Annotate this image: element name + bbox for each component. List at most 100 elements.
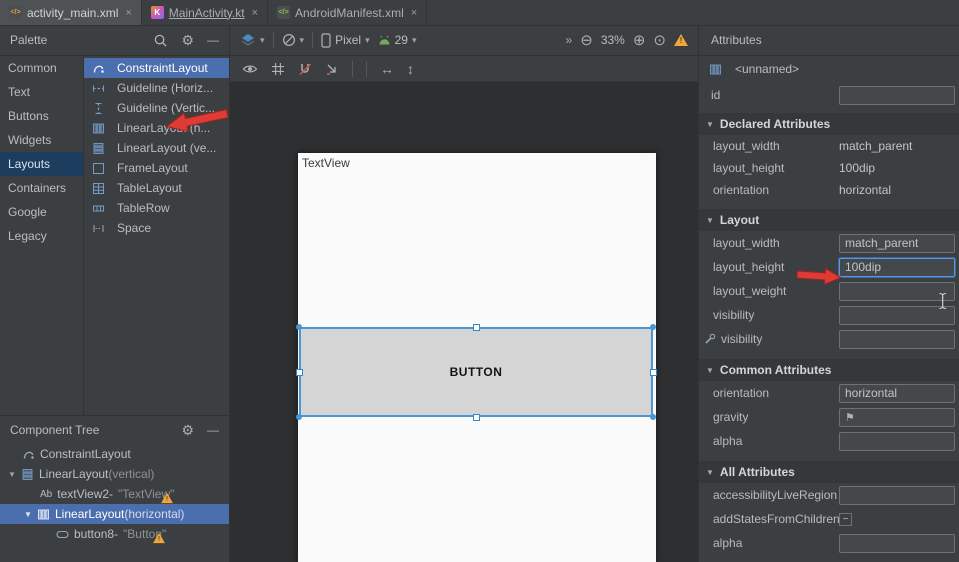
tools-visibility-input[interactable] <box>839 330 955 349</box>
attr-row[interactable]: layout_height 100dip <box>699 157 959 179</box>
orientation-input[interactable]: horizontal <box>839 384 955 403</box>
selection-handle-bottom-right[interactable] <box>650 414 656 420</box>
expand-icon[interactable]: ▼ <box>8 470 21 479</box>
tree-item-textview2[interactable]: Ab textView2- "TextView" ! <box>0 484 229 504</box>
category-layouts[interactable]: Layouts <box>0 152 83 176</box>
selection-handle-bottom[interactable] <box>473 414 480 421</box>
align-vertical-icon[interactable]: ↕ <box>407 61 414 77</box>
palette-title: Palette <box>10 33 47 47</box>
section-common-attributes[interactable]: ▼ Common Attributes <box>699 359 959 381</box>
attr-row[interactable]: gravity ⚑ <box>699 405 959 429</box>
accessibility-live-region-input[interactable] <box>839 486 955 505</box>
attr-label: visibility <box>699 308 839 322</box>
grid-icon[interactable] <box>271 62 285 76</box>
button-widget[interactable]: BUTTON <box>450 365 503 379</box>
hide-panel-icon[interactable]: — <box>207 33 219 47</box>
gravity-input[interactable]: ⚑ <box>839 408 955 427</box>
attr-row[interactable]: alpha <box>699 531 959 555</box>
expand-icon[interactable]: ▼ <box>24 510 37 519</box>
attr-row[interactable]: alpha <box>699 429 959 453</box>
component-linearlayout-vertical[interactable]: LinearLayout (ve... <box>84 138 229 158</box>
api-selector[interactable]: 29 ▾ <box>378 33 417 47</box>
warning-icon[interactable]: ! <box>153 533 165 543</box>
category-common[interactable]: Common <box>0 56 83 80</box>
flag-icon[interactable]: ⚑ <box>845 411 855 424</box>
component-framelayout[interactable]: FrameLayout <box>84 158 229 178</box>
tree-item-constraintlayout[interactable]: ConstraintLayout <box>0 444 229 464</box>
attr-value[interactable]: 100dip <box>839 161 955 175</box>
gear-icon[interactable]: ⚙ <box>181 422 194 439</box>
component-tablerow[interactable]: TableRow <box>84 198 229 218</box>
gear-icon[interactable]: ⚙ <box>181 32 194 49</box>
component-constraintlayout[interactable]: ConstraintLayout <box>84 58 229 78</box>
hide-panel-icon[interactable]: — <box>207 423 219 437</box>
tab-activity-main-xml[interactable]: </> activity_main.xml × <box>0 0 142 25</box>
category-buttons[interactable]: Buttons <box>0 104 83 128</box>
view-options-icon[interactable] <box>242 61 258 77</box>
selection-handle-top[interactable] <box>473 324 480 331</box>
device-selector[interactable]: Pixel ▾ <box>321 33 370 48</box>
selection-handle-top-left[interactable] <box>296 324 302 330</box>
tristate-checkbox[interactable]: − <box>839 513 852 526</box>
close-icon[interactable]: × <box>411 7 417 19</box>
section-layout[interactable]: ▼ Layout <box>699 209 959 231</box>
selected-linearlayout-widget[interactable]: BUTTON <box>299 327 653 417</box>
chevron-down-icon: ▾ <box>365 35 370 46</box>
category-legacy[interactable]: Legacy <box>0 224 83 248</box>
zoom-to-fit-button[interactable]: ⊙ <box>653 31 666 49</box>
tree-item-button8[interactable]: button8- "Button" ! <box>0 524 229 544</box>
category-widgets[interactable]: Widgets <box>0 128 83 152</box>
attr-row[interactable]: visibility <box>699 303 959 327</box>
layout-width-input[interactable]: match_parent <box>839 234 955 253</box>
tree-item-linearlayout-horizontal[interactable]: ▼ LinearLayout(horizontal) <box>0 504 229 524</box>
attr-row[interactable]: layout_width match_parent <box>699 135 959 157</box>
alpha-all-input[interactable] <box>839 534 955 553</box>
category-containers[interactable]: Containers <box>0 176 83 200</box>
attr-row[interactable]: orientation horizontal <box>699 381 959 405</box>
blueprint-mode-button[interactable]: ▾ <box>282 33 305 47</box>
attr-value[interactable]: horizontal <box>839 183 955 197</box>
alpha-input[interactable] <box>839 432 955 451</box>
section-declared-attributes[interactable]: ▼ Declared Attributes <box>699 113 959 135</box>
attr-row[interactable]: visibility <box>699 327 959 351</box>
attr-row[interactable]: addStatesFromChildren − <box>699 507 959 531</box>
search-icon[interactable] <box>153 33 168 48</box>
tree-item-linearlayout-vertical[interactable]: ▼ LinearLayout(vertical) <box>0 464 229 484</box>
category-text[interactable]: Text <box>0 80 83 104</box>
attr-row[interactable]: layout_width match_parent <box>699 231 959 255</box>
component-space[interactable]: Space <box>84 218 229 238</box>
autoconnect-off-magnet-icon[interactable] <box>298 62 312 76</box>
tablelayout-icon <box>92 182 105 195</box>
layout-height-input[interactable]: 100dip <box>839 258 955 277</box>
warning-icon[interactable]: ! <box>161 493 173 503</box>
close-icon[interactable]: × <box>252 7 258 19</box>
design-surface-mode-button[interactable]: ▾ <box>240 33 265 47</box>
zoom-out-button[interactable]: ⊖ <box>580 31 593 49</box>
attr-label: layout_weight <box>699 284 839 298</box>
component-guideline-horizontal[interactable]: Guideline (Horiz... <box>84 78 229 98</box>
tab-label: MainActivity.kt <box>169 6 245 20</box>
device-canvas[interactable]: TextView BUTTON <box>298 153 656 562</box>
linearlayout-vertical-icon <box>92 142 105 155</box>
id-input[interactable] <box>839 86 955 105</box>
close-icon[interactable]: × <box>125 7 131 19</box>
selection-handle-left[interactable] <box>296 369 303 376</box>
category-google[interactable]: Google <box>0 200 83 224</box>
attr-row[interactable]: orientation horizontal <box>699 179 959 201</box>
warnings-button[interactable]: ! <box>674 34 688 46</box>
toolbar-overflow-icon[interactable]: » <box>566 33 573 47</box>
align-horizontal-icon[interactable]: ↔ <box>380 61 394 77</box>
zoom-in-button[interactable]: ⊕ <box>633 31 646 49</box>
component-tablelayout[interactable]: TableLayout <box>84 178 229 198</box>
tab-mainactivity-kt[interactable]: K MainActivity.kt × <box>142 0 268 25</box>
section-all-attributes[interactable]: ▼ All Attributes <box>699 461 959 483</box>
attr-row[interactable]: accessibilityLiveRegion <box>699 483 959 507</box>
component-tree-panel: Component Tree ⚙ — ConstraintLayout ▼ Li… <box>0 415 230 562</box>
clear-constraints-icon[interactable] <box>325 62 339 76</box>
selection-handle-right[interactable] <box>650 369 657 376</box>
tab-androidmanifest-xml[interactable]: </> AndroidManifest.xml × <box>268 0 427 25</box>
selection-handle-top-right[interactable] <box>650 324 656 330</box>
attr-value[interactable]: match_parent <box>839 139 955 153</box>
textview-widget[interactable]: TextView <box>302 156 350 170</box>
selection-handle-bottom-left[interactable] <box>296 414 302 420</box>
